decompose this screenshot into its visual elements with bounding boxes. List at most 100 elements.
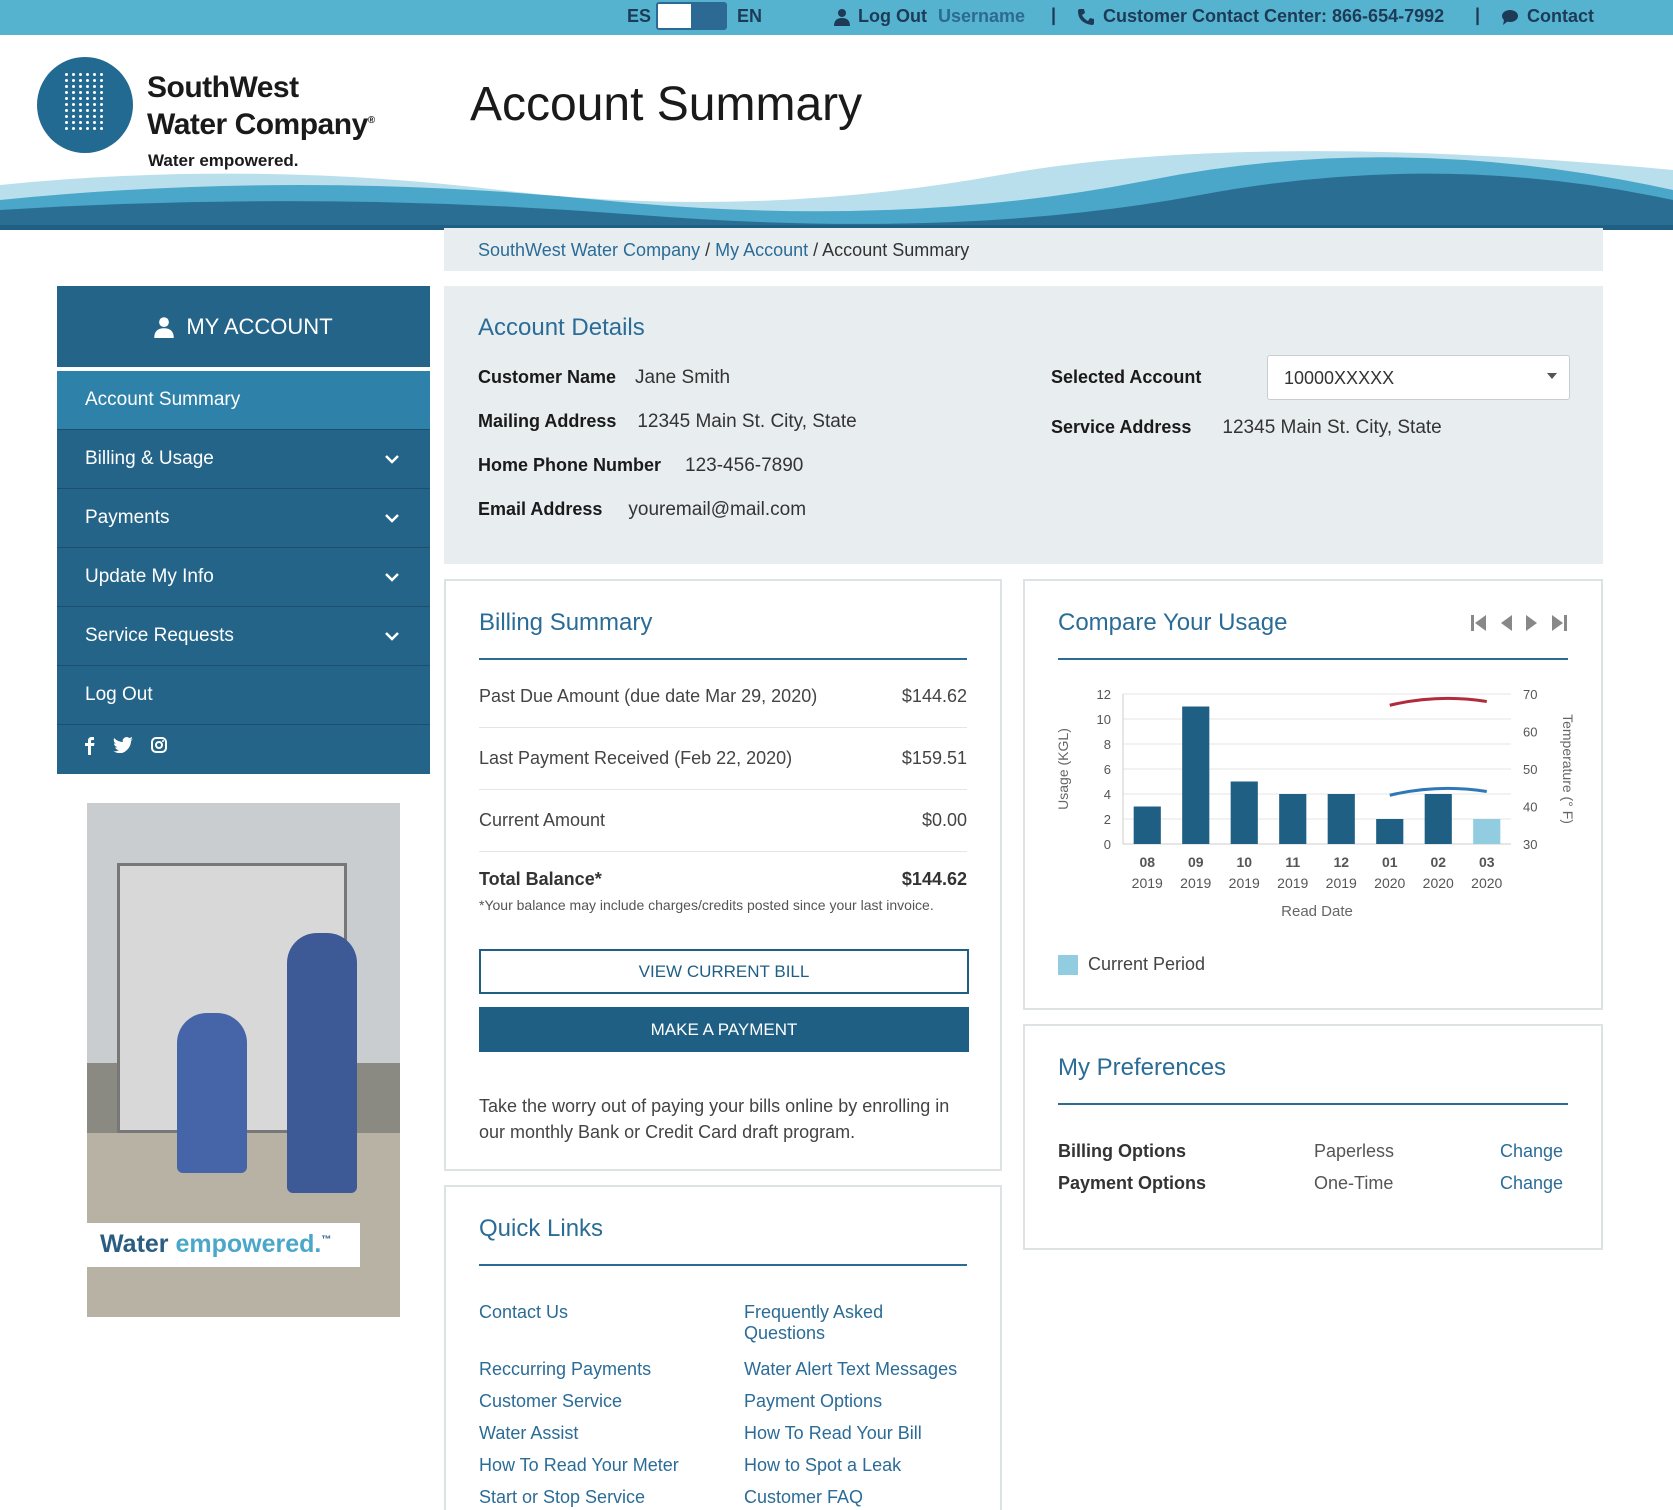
usage-bar (1133, 806, 1161, 844)
logo-line2: Water Company® (147, 108, 375, 141)
x-tick-year-label: 2019 (1229, 875, 1260, 891)
past-due-row: Past Due Amount (due date Mar 29, 2020) … (479, 666, 967, 728)
y2-tick-label: 60 (1523, 725, 1537, 740)
twitter-icon[interactable] (113, 737, 133, 753)
usage-bar (1182, 706, 1210, 844)
autopay-promo-text: Take the worry out of paying your bills … (479, 1096, 950, 1142)
quick-link-customer-service[interactable]: Customer Service (479, 1391, 622, 1412)
x-tick-label: 03 (1479, 854, 1495, 870)
lang-es-label[interactable]: ES (627, 6, 651, 27)
sidebar-item-payments[interactable]: Payments (57, 489, 430, 548)
x-tick-label: 12 (1333, 854, 1349, 870)
first-page-icon[interactable] (1471, 614, 1487, 632)
payment-options-label: Payment Options (1058, 1173, 1207, 1193)
quick-link-customer-faq[interactable]: Customer FAQ (744, 1487, 863, 1508)
usage-bar (1230, 781, 1258, 844)
selected-account-select[interactable]: 10000XXXXX (1267, 355, 1570, 400)
sidebar-header: MY ACCOUNT (57, 286, 430, 371)
current-amount-row: Current Amount $0.00 (479, 790, 967, 852)
make-payment-button[interactable]: MAKE A PAYMENT (479, 1007, 969, 1052)
quick-links-title: Quick Links (479, 1215, 604, 1242)
legend-label: Current Period (1088, 954, 1206, 974)
separator: | (1475, 5, 1481, 25)
promo-image: Water empowered.™ (87, 803, 400, 1317)
y-tick-label: 4 (1104, 787, 1111, 802)
x-tick-label: 08 (1139, 854, 1155, 870)
logout-link[interactable]: Log Out (834, 6, 927, 27)
usage-bar (1327, 794, 1355, 844)
chart-nav (1471, 614, 1567, 632)
change-billing-options-link[interactable]: Change (1500, 1141, 1563, 1162)
separator: | (1051, 5, 1057, 25)
sidebar-item-label: Log Out (85, 684, 153, 705)
usage-bar (1279, 794, 1307, 844)
billing-summary-title: Billing Summary (479, 609, 653, 636)
sidebar-item-update-my-info[interactable]: Update My Info (57, 548, 430, 607)
quick-link-recurring-payments[interactable]: Reccurring Payments (479, 1359, 651, 1380)
x-tick-label: 11 (1285, 854, 1300, 870)
last-payment-row: Last Payment Received (Feb 22, 2020) $15… (479, 728, 967, 790)
total-balance-row: Total Balance* $144.62 (479, 869, 967, 889)
sidebar-item-billing-usage[interactable]: Billing & Usage (57, 430, 430, 489)
home-phone-row: Home Phone Number 123-456-7890 (478, 455, 804, 476)
quick-link-contact-us[interactable]: Contact Us (479, 1302, 568, 1323)
account-details-panel: Account Details Customer Name Jane Smith… (444, 286, 1603, 564)
billing-summary-card: Billing Summary Past Due Amount (due dat… (444, 579, 1002, 1171)
sidebar-item-label: Billing & Usage (85, 448, 214, 469)
quick-link-faq[interactable]: Frequently Asked Questions (744, 1302, 883, 1344)
logo-dots (65, 73, 107, 137)
chat-bubble-icon (1502, 9, 1518, 25)
compare-usage-card: Compare Your Usage 0 2 4 6 8 10 12 30 40 50 60 70 08… (1023, 579, 1603, 1010)
user-icon (834, 8, 850, 26)
sidebar-item-account-summary[interactable]: Account Summary (57, 371, 430, 430)
sidebar-item-service-requests[interactable]: Service Requests (57, 607, 430, 666)
next-page-icon[interactable] (1525, 614, 1539, 632)
mailing-address-row: Mailing Address 12345 Main St. City, Sta… (478, 411, 857, 432)
worker-kneeling (177, 1013, 247, 1173)
x-tick-year-label: 2020 (1471, 875, 1502, 891)
quick-link-spot-leak[interactable]: How to Spot a Leak (744, 1455, 901, 1476)
lang-en-label[interactable]: EN (737, 6, 762, 27)
logo-company-name[interactable]: SouthWest Water Company® (147, 71, 375, 141)
x-tick-year-label: 2019 (1326, 875, 1357, 891)
instagram-icon[interactable] (151, 737, 167, 753)
compare-usage-title: Compare Your Usage (1058, 609, 1288, 636)
email-row: Email Address youremail@mail.com (478, 499, 807, 520)
quick-link-read-meter[interactable]: How To Read Your Meter (479, 1455, 679, 1476)
change-payment-options-link[interactable]: Change (1500, 1173, 1563, 1194)
y-axis-label: Usage (KGL) (1055, 728, 1071, 810)
breadcrumb-home[interactable]: SouthWest Water Company (478, 240, 700, 260)
previous-page-icon[interactable] (1499, 614, 1513, 632)
logout-label: Log Out (858, 6, 927, 26)
sidebar-item-label: Account Summary (85, 389, 241, 410)
last-page-icon[interactable] (1551, 614, 1567, 632)
sidebar-item-label: Service Requests (85, 625, 234, 646)
contact-center-phone[interactable]: Customer Contact Center: 866-654-7992 (1077, 6, 1444, 27)
service-address-value: 12345 Main St. City, State (1222, 417, 1442, 438)
quick-link-read-bill[interactable]: How To Read Your Bill (744, 1423, 922, 1444)
quick-link-water-alert-text[interactable]: Water Alert Text Messages (744, 1359, 957, 1380)
view-current-bill-button[interactable]: VIEW CURRENT BILL (479, 949, 969, 994)
chevron-down-icon (385, 632, 399, 641)
y-tick-label: 8 (1104, 737, 1111, 752)
x-tick-label: 09 (1188, 854, 1204, 870)
contact-link[interactable]: Contact (1501, 6, 1594, 27)
quick-link-water-assist[interactable]: Water Assist (479, 1423, 578, 1444)
service-address-row: Service Address 12345 Main St. City, Sta… (1051, 417, 1442, 438)
quick-link-payment-options[interactable]: Payment Options (744, 1391, 882, 1412)
breadcrumb-my-account[interactable]: My Account (715, 240, 808, 260)
facebook-icon[interactable] (85, 737, 95, 755)
email-value: youremail@mail.com (628, 499, 807, 520)
quick-link-start-stop-service[interactable]: Start or Stop Service (479, 1487, 645, 1508)
logo-mark[interactable] (37, 57, 133, 153)
selected-account-row: Selected Account (1051, 367, 1202, 387)
language-toggle[interactable] (656, 2, 727, 30)
y-tick-label: 0 (1104, 837, 1111, 852)
quick-links-card: Quick Links Contact Us Reccurring Paymen… (444, 1185, 1002, 1510)
sidebar-item-log-out[interactable]: Log Out (57, 666, 430, 725)
dropdown-arrow-icon (1547, 373, 1557, 379)
toggle-knob (691, 4, 725, 28)
user-icon (154, 316, 175, 338)
sidebar-item-label: Payments (85, 507, 170, 528)
breadcrumb: SouthWest Water Company / My Account / A… (444, 228, 1603, 271)
